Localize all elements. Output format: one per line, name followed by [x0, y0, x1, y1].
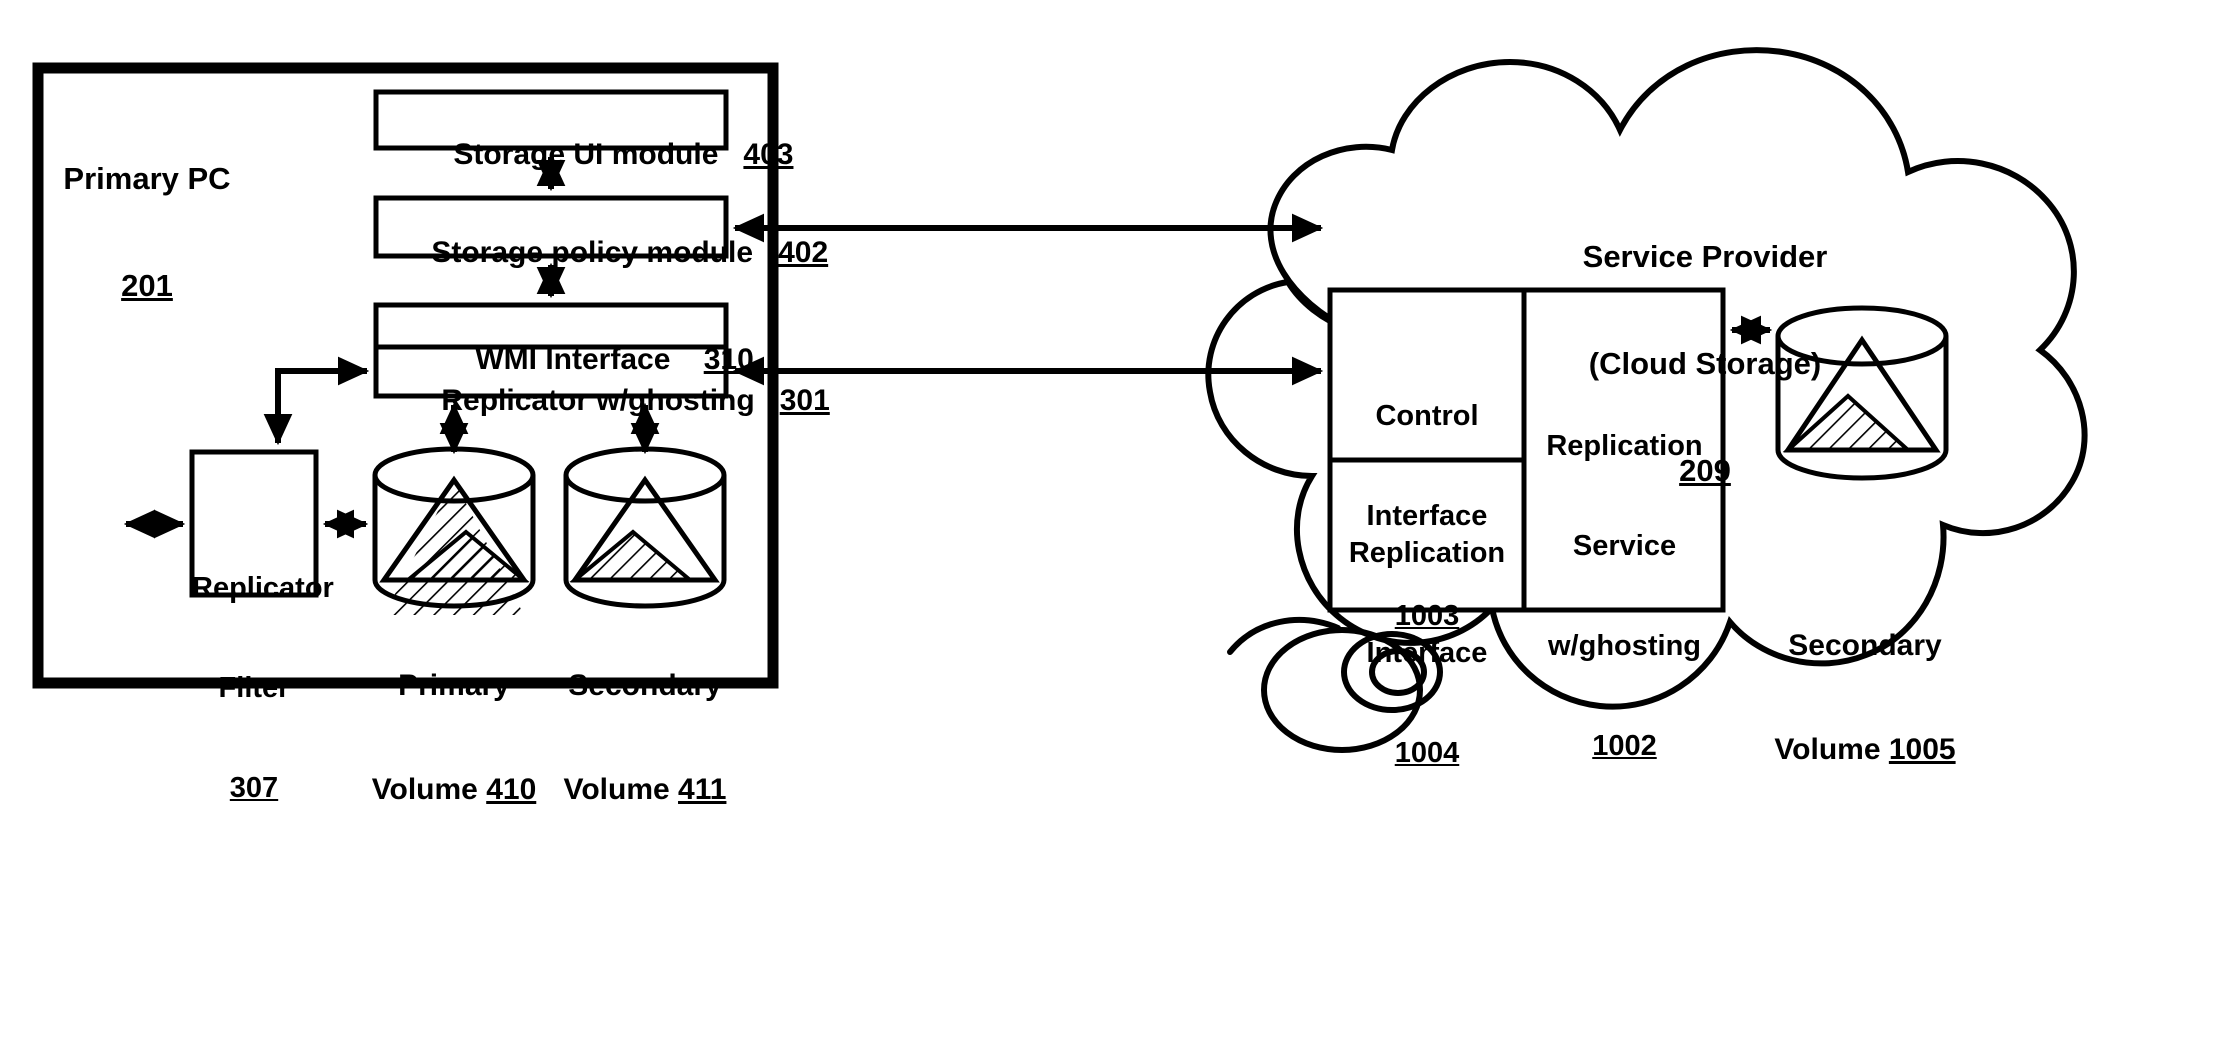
patent-figure: Primary PC 201 Storage UI module 403 Sto… [0, 0, 2230, 1055]
primary-pc-ref: 201 [121, 268, 173, 304]
storage-ui-module-text: Storage UI module 403 [420, 103, 793, 207]
replicator-filter-line2: Filter [218, 671, 290, 704]
secondary-volume-ref: 411 [678, 772, 727, 806]
primary-pc-title: Primary PC 201 [62, 90, 232, 375]
arrow-replicator-to-filter-elbow [263, 356, 370, 446]
replicator-ghosting-label: Replicator w/ghosting [441, 383, 755, 417]
replication-service-ref: 1002 [1592, 729, 1657, 762]
cloud-secondary-volume-line1: Secondary [1788, 629, 1942, 662]
secondary-volume-line1: Secondary [568, 669, 722, 702]
storage-ui-module-label: Storage UI module [453, 137, 719, 171]
cloud-secondary-volume-ref: 1005 [1888, 732, 1956, 766]
secondary-volume-cylinder[interactable] [563, 446, 727, 609]
replicator-ghosting-ref: 301 [779, 383, 830, 417]
primary-volume-line1: Primary [398, 669, 510, 702]
cloud-secondary-volume-caption: Secondary Volume 1005 [1740, 560, 1990, 836]
cloud-secondary-volume-line2: Volume [1774, 732, 1881, 766]
replication-service-line2: Service [1572, 529, 1677, 562]
replication-service-line1: Replication [1546, 429, 1703, 462]
primary-volume-ref: 410 [486, 772, 537, 806]
replication-interface-ref: 1004 [1394, 736, 1460, 769]
primary-volume-line2: Volume [371, 772, 478, 806]
replicator-ghosting-text: Replicator w/ghosting 301 [408, 349, 830, 453]
secondary-volume-caption: Secondary Volume 411 [540, 600, 750, 876]
replication-interface-line2: Interface [1366, 636, 1488, 669]
replicator-filter-text: Replicator Filter 307 [192, 505, 334, 872]
replication-interface-text: Replication Interface 1004 [1332, 470, 1522, 837]
storage-ui-module-ref: 403 [743, 137, 794, 171]
replicator-filter-line1: Replicator [192, 571, 334, 604]
storage-policy-module-text: Storage policy module 402 [398, 201, 828, 305]
replication-service-text: Replication Service w/ghosting 1002 [1528, 363, 1721, 830]
control-interface-line1: Control [1375, 399, 1479, 432]
storage-policy-module-label: Storage policy module [431, 235, 754, 269]
secondary-volume-line2: Volume [563, 772, 670, 806]
primary-volume-caption: Primary Volume 410 [354, 600, 554, 876]
replication-service-line3: w/ghosting [1547, 629, 1702, 662]
replication-interface-line1: Replication [1348, 536, 1506, 569]
primary-volume-cylinder[interactable] [372, 446, 536, 615]
storage-policy-module-ref: 402 [778, 235, 829, 269]
replicator-filter-ref: 307 [229, 771, 279, 804]
primary-pc-label: Primary PC [63, 161, 231, 197]
service-provider-line1: Service Provider [1582, 239, 1828, 275]
diagram-vector-layer [32, 47, 2088, 753]
